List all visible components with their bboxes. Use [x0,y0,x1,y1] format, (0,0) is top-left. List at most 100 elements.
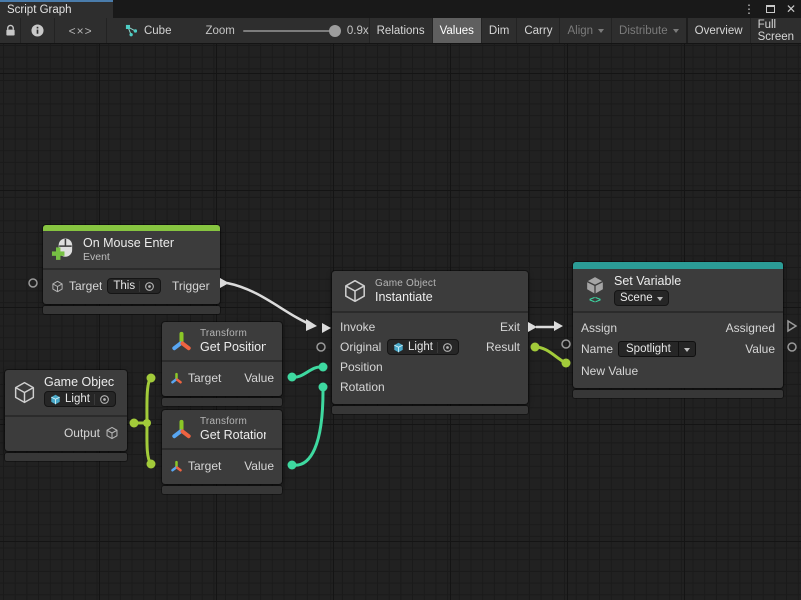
game-object-icon [51,280,64,293]
port-position-in[interactable] [319,363,328,372]
tab-script-graph[interactable]: Script Graph [0,0,113,18]
assigned-port-label: Assigned [719,321,775,335]
zoom-slider-handle[interactable] [329,25,341,37]
port-original-in[interactable] [317,343,325,351]
overview-button[interactable]: Overview [686,18,750,43]
code-view-button[interactable]: <×> [55,18,107,43]
port-value-out[interactable] [788,343,796,351]
port-getrotation-target-in[interactable] [147,460,156,469]
node-set-variable[interactable]: <> Set Variable Scene Assign Assigned Na… [573,262,783,398]
values-button[interactable]: Values [432,18,481,43]
port-newvalue-in[interactable] [562,359,571,368]
node-get-position[interactable]: Transform Get Position Target Value [162,322,282,406]
full-screen-button[interactable]: Full Screen [750,18,801,43]
new-value-port-label: New Value [581,364,638,378]
graph-canvas[interactable]: On Mouse Enter Event Target This [0,44,801,600]
target-port-label: Target [69,279,102,293]
game-object-icon [12,380,37,405]
carry-button[interactable]: Carry [516,18,559,43]
transform-icon [170,418,193,441]
dropdown-arrow-icon [598,29,604,33]
position-port-label: Position [340,360,386,374]
wire-result-to-newvalue[interactable] [535,347,564,362]
port-name-in[interactable] [562,340,570,348]
node-category: Transform [200,416,266,427]
port-getposition-target-in[interactable] [147,374,156,383]
scope-dropdown[interactable]: Scene [614,290,669,306]
this-object-field[interactable]: This [107,278,161,294]
object-picker-icon [99,394,110,405]
value-port-label: Value [244,459,274,473]
graph-breadcrumb[interactable]: Cube [125,18,172,43]
graph-icon [125,24,138,37]
port-getrotation-value-out[interactable] [288,461,297,470]
dropdown-arrow-icon [657,297,663,301]
wire-rotation-value[interactable] [292,391,323,465]
svg-text:<>: <> [589,295,601,304]
object-picker-icon [442,342,453,353]
node-title: Get Rotation [200,428,266,442]
align-dropdown[interactable]: Align [559,18,611,43]
port-invoke-in[interactable] [322,323,331,333]
node-title: Get Position [200,340,266,354]
invoke-port-label: Invoke [340,320,386,334]
output-port-label: Output [64,426,100,440]
node-category: Game Object [375,278,436,289]
port-assign-in[interactable] [554,321,563,331]
lock-button[interactable] [0,18,21,43]
game-object-icon [342,278,368,304]
variable-name-dropdown[interactable]: Spotlight [618,341,696,357]
original-object-field[interactable]: Light [387,339,459,355]
port-gameobject-output[interactable] [130,419,139,428]
maximize-icon[interactable] [766,5,775,13]
light-object-field[interactable]: Light [44,391,116,407]
code-view-icon: <×> [69,24,93,38]
value-port-label: Value [244,371,274,385]
trigger-port-label: Trigger [172,279,212,293]
port-result-out[interactable] [531,343,540,352]
distribute-dropdown[interactable]: Distribute [611,18,686,43]
info-button[interactable] [21,18,55,43]
wire-light-to-targets[interactable] [134,378,151,464]
wire-position-value[interactable] [292,367,321,377]
relations-button[interactable]: Relations [369,18,432,43]
dropdown-arrow-icon [684,348,690,352]
node-on-mouse-enter[interactable]: On Mouse Enter Event Target This [43,225,220,314]
node-title: On Mouse Enter [83,236,174,250]
node-footer [573,390,783,398]
wire-junction-dot [143,419,151,427]
dim-button[interactable]: Dim [481,18,516,43]
transform-icon [170,372,183,385]
node-game-object-literal[interactable]: Game Object Light Output [5,370,127,461]
title-bar: Script Graph ⋮ ✕ [0,0,801,18]
port-getposition-value-out[interactable] [288,373,297,382]
wire-trigger-to-invoke[interactable] [227,283,314,326]
assign-port-label: Assign [581,321,617,335]
variable-accent-bar [573,262,783,269]
node-footer [5,453,127,461]
object-picker-icon [144,281,155,292]
port-rotation-in[interactable] [319,383,328,392]
info-icon [31,24,44,37]
port-exit-out[interactable] [528,322,537,332]
port-mouseenter-target-in[interactable] [29,279,37,287]
target-port-label: Target [188,459,221,473]
port-trigger-out[interactable] [220,278,229,288]
close-icon[interactable]: ✕ [786,3,796,15]
node-instantiate[interactable]: Game Object Instantiate Invoke Exit Orig… [332,271,528,414]
name-port-label: Name [581,342,613,356]
mouse-event-icon [51,237,76,262]
transform-icon [170,460,183,473]
zoom-slider[interactable] [243,30,339,32]
original-port-label: Original [340,340,382,354]
node-get-rotation[interactable]: Transform Get Rotation Target Value [162,410,282,494]
result-port-label: Result [486,340,520,354]
port-assigned-out[interactable] [788,321,796,331]
kebab-menu-icon[interactable]: ⋮ [743,3,755,15]
graph-toolbar: <×> Cube Zoom 0.9x Relations Values Dim … [0,18,801,44]
unity-object-icon [50,394,61,405]
target-port-label: Target [188,371,221,385]
set-variable-icon: <> [583,276,607,304]
node-footer [43,306,220,314]
node-footer [162,486,282,494]
